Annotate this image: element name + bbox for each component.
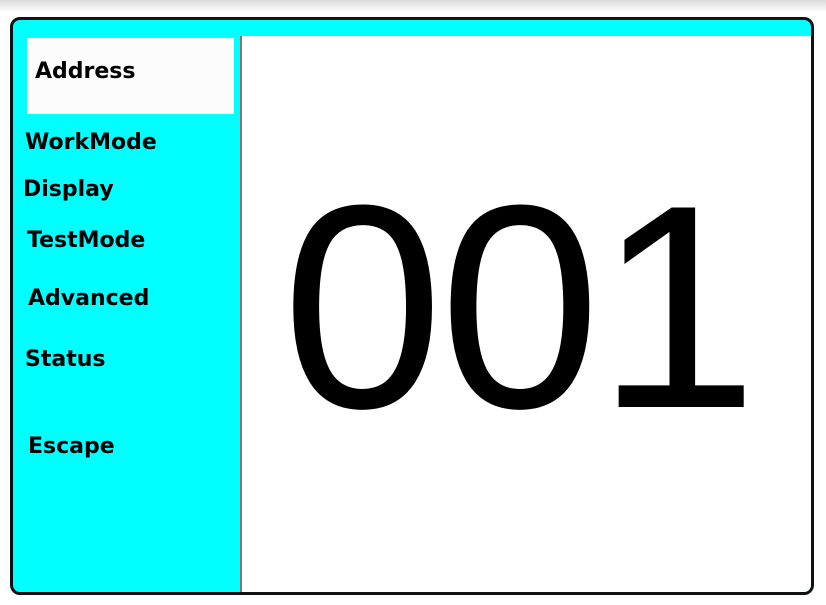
menu-item-label: Address	[35, 59, 136, 84]
menu-item-testmode[interactable]: TestMode	[27, 228, 145, 254]
menu-item-workmode[interactable]: WorkMode	[25, 130, 157, 156]
address-value: 001	[282, 145, 758, 469]
device-frame: Address WorkMode Display TestMode Advanc…	[10, 17, 814, 595]
menu-item-advanced[interactable]: Advanced	[28, 286, 149, 312]
menu-item-display[interactable]: Display	[23, 177, 114, 203]
screen: Address WorkMode Display TestMode Advanc…	[0, 0, 826, 605]
menu-item-label: Status	[25, 347, 106, 372]
menu-item-label: Advanced	[28, 286, 150, 311]
content-panel: 001	[240, 36, 811, 592]
menu-item-label: WorkMode	[25, 130, 157, 155]
menu-item-escape[interactable]: Escape	[28, 434, 115, 460]
menu-item-status[interactable]: Status	[25, 347, 105, 373]
menu-item-label: Escape	[28, 434, 115, 459]
menu-item-label: Display	[23, 177, 114, 202]
menu-item-address[interactable]: Address	[27, 38, 234, 114]
menu-item-label: TestMode	[27, 228, 146, 253]
